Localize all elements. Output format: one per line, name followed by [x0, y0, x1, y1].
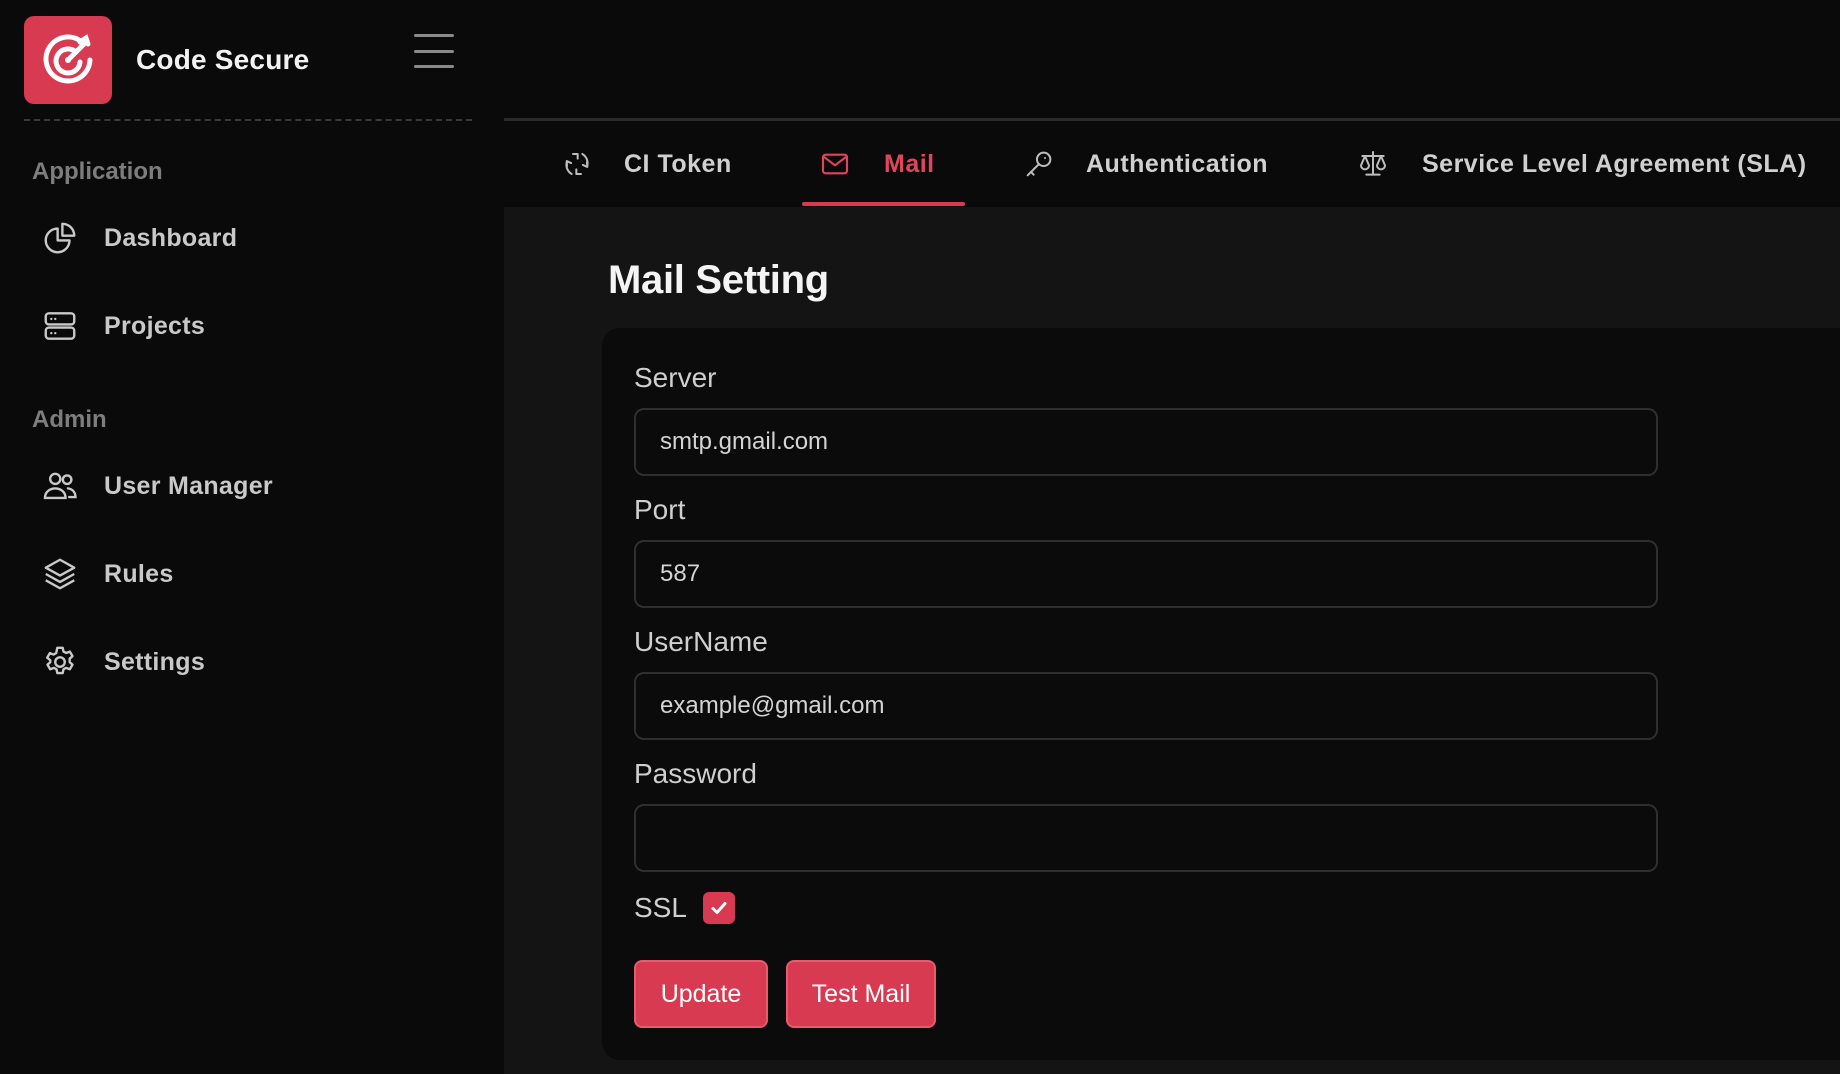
menu-toggle-icon[interactable] [414, 34, 454, 68]
users-icon [32, 458, 88, 514]
refresh-icon [560, 147, 594, 181]
sidebar-item-projects[interactable]: Projects [32, 294, 472, 358]
sidebar: Code Secure Application Dashboard Projec… [0, 0, 504, 1074]
username-input[interactable] [634, 672, 1658, 740]
layers-icon [32, 546, 88, 602]
tab-label: Authentication [1086, 149, 1268, 178]
page-title: Mail Setting [608, 258, 829, 302]
tab-sla[interactable]: Service Level Agreement (SLA) [1356, 121, 1807, 207]
section-label-admin: Admin [32, 406, 107, 433]
scale-icon [1356, 147, 1390, 181]
key-icon [1022, 147, 1056, 181]
password-label: Password [634, 758, 757, 789]
tab-label: CI Token [624, 149, 732, 178]
sidebar-item-label: Projects [104, 311, 206, 340]
tab-label: Service Level Agreement (SLA) [1422, 149, 1807, 178]
ssl-label: SSL [634, 892, 687, 923]
sidebar-item-settings[interactable]: Settings [32, 630, 472, 694]
test-mail-button[interactable]: Test Mail [786, 960, 936, 1028]
server-icon [32, 298, 88, 354]
sidebar-item-label: Dashboard [104, 223, 238, 252]
port-input[interactable] [634, 540, 1658, 608]
update-button[interactable]: Update [634, 960, 768, 1028]
tab-mail[interactable]: Mail [818, 121, 935, 207]
tab-ci-token[interactable]: CI Token [560, 121, 732, 207]
port-label: Port [634, 494, 686, 525]
sidebar-item-dashboard[interactable]: Dashboard [32, 206, 472, 270]
mail-icon [818, 147, 852, 181]
code-secure-logo-icon [24, 16, 112, 104]
ssl-checkbox[interactable] [702, 892, 735, 924]
brand[interactable]: Code Secure [24, 16, 476, 104]
settings-tabs: CI Token Mail Authentication Service Lev… [504, 121, 1840, 207]
pie-chart-icon [32, 210, 88, 266]
app-root: Code Secure Application Dashboard Projec… [0, 0, 1840, 1074]
tab-authentication[interactable]: Authentication [1022, 121, 1268, 207]
sidebar-item-label: Settings [104, 647, 206, 676]
brand-name: Code Secure [136, 44, 310, 75]
brand-divider [24, 119, 472, 121]
sidebar-item-rules[interactable]: Rules [32, 542, 472, 606]
sidebar-item-label: User Manager [104, 471, 273, 500]
active-tab-indicator [802, 202, 965, 206]
checkmark-icon [711, 902, 727, 914]
password-input[interactable] [634, 804, 1658, 872]
section-label-application: Application [32, 158, 163, 185]
server-input[interactable] [634, 408, 1658, 476]
sidebar-item-label: Rules [104, 559, 174, 588]
server-label: Server [634, 362, 717, 393]
gear-icon [32, 634, 88, 690]
sidebar-item-user-manager[interactable]: User Manager [32, 454, 472, 518]
username-label: UserName [634, 626, 768, 657]
tab-label: Mail [884, 149, 935, 178]
ssl-row: SSL [634, 892, 735, 924]
